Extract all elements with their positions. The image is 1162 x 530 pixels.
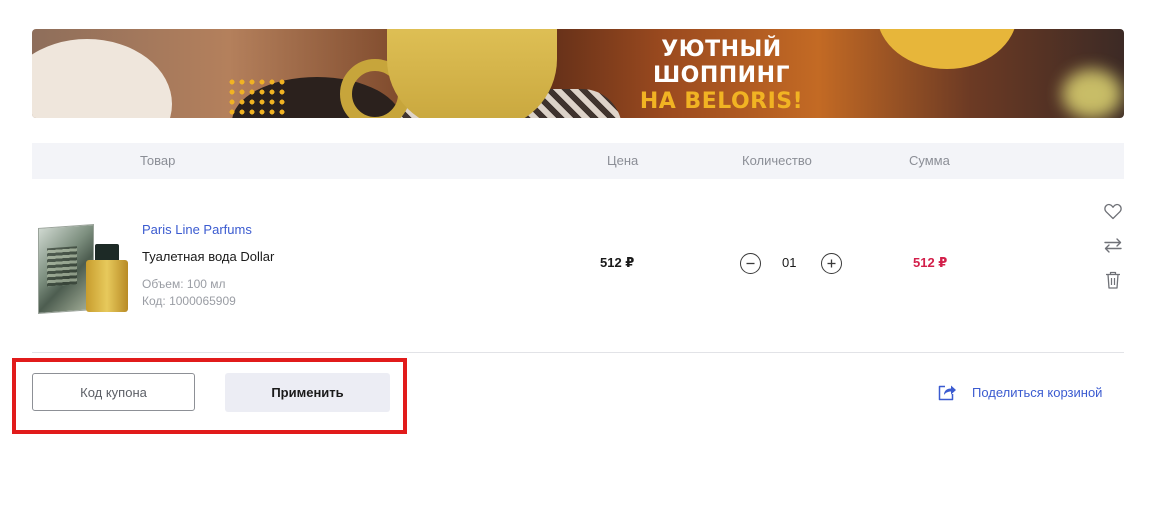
banner-line-3: НА BELORIS! — [639, 89, 804, 114]
banner-line-1: УЮТНЫЙ — [661, 37, 782, 62]
share-icon — [938, 385, 956, 401]
coupon-code-input[interactable] — [32, 373, 195, 411]
product-brand-link[interactable]: Paris Line Parfums — [142, 222, 252, 237]
banner-decor-shape — [32, 39, 172, 118]
share-cart-label: Поделиться корзиной — [972, 384, 1103, 400]
row-divider — [32, 352, 1124, 353]
banner-light-decor — [1062, 69, 1122, 118]
bottle-graphic — [86, 260, 128, 312]
promo-banner[interactable]: УЮТНЫЙ ШОППИНГ НА BELORIS! — [32, 29, 1124, 118]
compare-icon[interactable] — [1102, 234, 1124, 256]
plus-icon — [827, 259, 836, 268]
trash-icon[interactable] — [1102, 269, 1124, 291]
quantity-decrease-button[interactable] — [740, 253, 761, 274]
item-sum: 512 ₽ — [913, 255, 948, 270]
column-header-quantity: Количество — [742, 153, 812, 168]
apply-coupon-button[interactable]: Применить — [225, 373, 390, 412]
product-box-pattern — [47, 246, 77, 287]
quantity-value[interactable]: 01 — [782, 255, 796, 270]
product-code: Код: 1000065909 — [142, 294, 236, 308]
item-price: 512 ₽ — [600, 255, 635, 270]
banner-sun-decor — [877, 29, 1017, 69]
column-header-price: Цена — [607, 153, 639, 168]
product-name-link[interactable]: Туалетная вода Dollar — [142, 249, 274, 264]
share-cart-link[interactable]: Поделиться корзиной — [937, 383, 1102, 401]
column-header-product: Товар — [140, 153, 176, 168]
product-image[interactable] — [36, 224, 130, 316]
cart-table-header: Товар Цена Количество Сумма — [32, 143, 1124, 179]
column-header-sum: Сумма — [909, 153, 950, 168]
banner-dots-decor — [227, 77, 287, 117]
product-volume: Объем: 100 мл — [142, 277, 226, 291]
banner-line-2: ШОППИНГ — [652, 63, 791, 88]
minus-icon — [746, 262, 755, 265]
banner-mug — [387, 29, 557, 118]
quantity-increase-button[interactable] — [821, 253, 842, 274]
heart-icon[interactable] — [1102, 200, 1124, 222]
banner-headline: УЮТНЫЙ ШОППИНГ НА BELORIS! — [614, 37, 829, 115]
